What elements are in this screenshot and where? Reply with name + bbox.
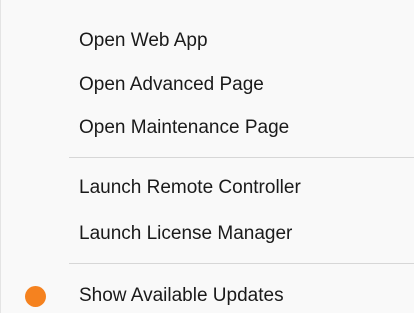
orange-dot-icon <box>25 285 46 307</box>
menu-item-launch-remote-controller[interactable]: Launch Remote Controller <box>1 168 414 208</box>
menu-item-label: Show Available Updates <box>79 285 284 306</box>
menu-item-launch-license-manager[interactable]: Launch License Manager <box>1 214 414 254</box>
context-menu: Open Web App Open Advanced Page Open Mai… <box>0 0 414 313</box>
menu-item-show-available-updates[interactable]: Show Available Updates <box>1 276 414 313</box>
menu-item-open-maintenance-page[interactable]: Open Maintenance Page <box>1 108 414 148</box>
menu-item-open-web-app[interactable]: Open Web App <box>1 21 414 61</box>
menu-item-label: Open Web App <box>79 30 208 51</box>
menu-item-label: Open Maintenance Page <box>79 117 290 138</box>
menu-item-open-advanced-page[interactable]: Open Advanced Page <box>1 65 414 105</box>
menu-item-label: Open Advanced Page <box>79 74 264 95</box>
menu-item-label: Launch Remote Controller <box>79 177 301 198</box>
menu-separator <box>69 157 414 158</box>
menu-item-label: Launch License Manager <box>79 223 293 244</box>
menu-separator <box>69 263 414 264</box>
